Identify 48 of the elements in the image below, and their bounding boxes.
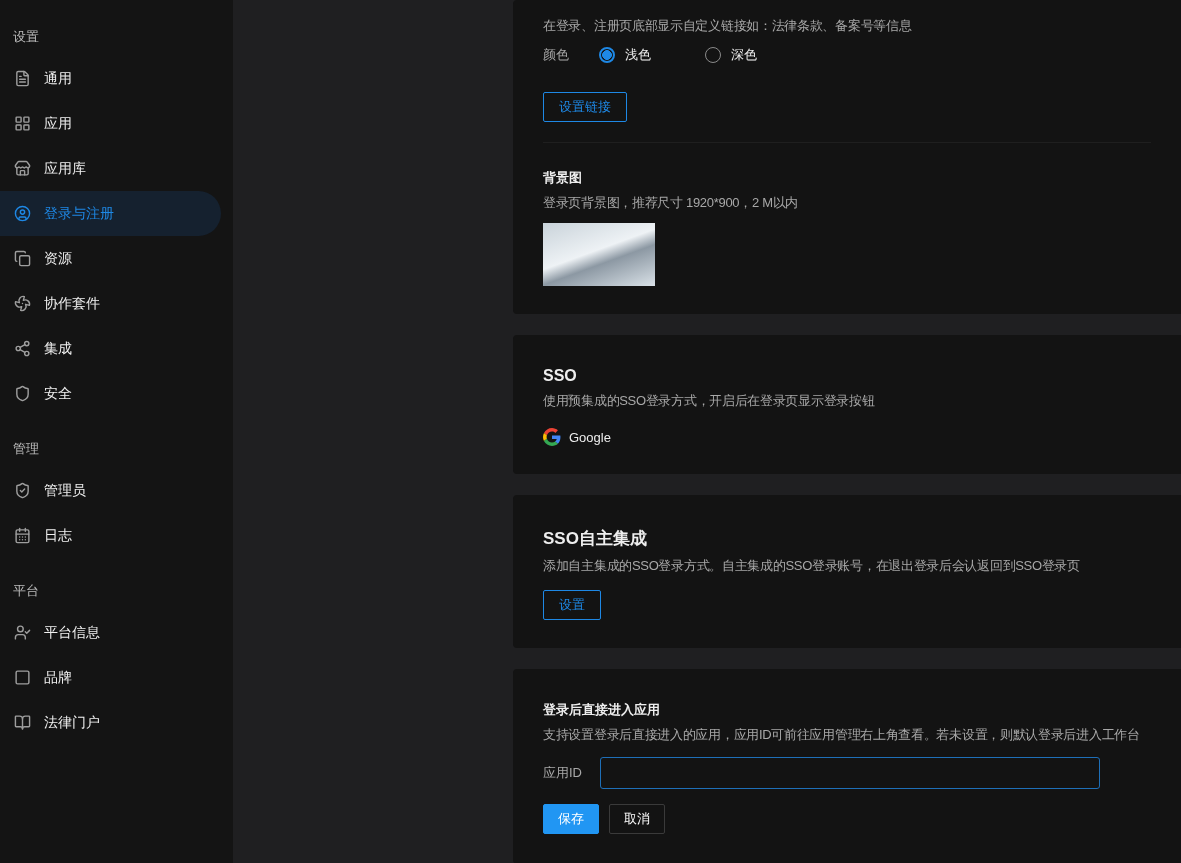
field-label: 应用ID: [543, 764, 583, 782]
description-text: 在登录、注册页底部显示自定义链接如：法律条款、备案号等信息: [543, 17, 913, 35]
sidebar-item[interactable]: 平台信息: [0, 610, 221, 655]
section-heading: 平台: [12, 582, 40, 600]
google-icon: [543, 428, 561, 446]
sidebar-item[interactable]: 资源: [0, 236, 221, 281]
section-heading: 设置: [12, 28, 40, 46]
field-label: 颜色: [543, 46, 570, 64]
settings-button[interactable]: 设置: [543, 590, 601, 620]
description-text: 使用预集成的SSO登录方式，开启后在登录页显示登录按钮: [543, 392, 876, 410]
sidebar-item[interactable]: 应用库: [0, 146, 221, 191]
section-heading: 管理: [12, 440, 40, 458]
provider-label: Google: [569, 429, 611, 445]
store-icon: [14, 160, 31, 177]
copy-icon: [14, 250, 31, 267]
sidebar-item[interactable]: 管理员: [0, 468, 221, 513]
card-title: 登录后直接进入应用: [543, 701, 661, 719]
sidebar-item[interactable]: 日志: [0, 513, 221, 558]
radio-option[interactable]: 浅色: [599, 46, 705, 64]
network-icon: [14, 340, 31, 357]
document-icon: [14, 70, 31, 87]
user-circle-icon: [14, 205, 31, 222]
description-text: 支持设置登录后直接进入的应用，应用ID可前往应用管理右上角查看。若未设置，则默认登录后进入工作台: [543, 726, 1141, 744]
input-field[interactable]: [600, 757, 1100, 789]
sidebar-item[interactable]: 通用: [0, 56, 221, 101]
user-check-icon: [14, 624, 31, 641]
description-text: 登录页背景图，推荐尺寸 1920*900，2 M以内: [543, 194, 800, 212]
book-icon: [14, 714, 31, 731]
pinwheel-icon: [14, 295, 31, 312]
grid-icon: [14, 115, 31, 132]
square-icon: [14, 669, 31, 686]
radio-option[interactable]: 深色: [705, 46, 811, 64]
calendar-icon: [14, 527, 31, 544]
card-title: SSO: [543, 367, 578, 385]
sidebar-item[interactable]: 品牌: [0, 655, 221, 700]
sidebar-item[interactable]: 登录与注册: [0, 191, 221, 236]
set-links-button[interactable]: 设置链接: [543, 92, 627, 122]
shield-icon: [14, 385, 31, 402]
description-text: 添加自主集成的SSO登录方式。自主集成的SSO登录账号，在退出登录后会认返回到SSO登录页: [543, 557, 1081, 575]
card-title: SSO自主集成: [543, 528, 648, 550]
shield-check-icon: [14, 482, 31, 499]
sidebar-item[interactable]: 安全: [0, 371, 221, 416]
sidebar-item[interactable]: 集成: [0, 326, 221, 371]
sidebar-item[interactable]: 法律门户: [0, 700, 221, 745]
cancel-button[interactable]: 取消: [609, 804, 665, 834]
sidebar-item[interactable]: 协作套件: [0, 281, 221, 326]
section-title: 背景图: [543, 169, 583, 187]
sidebar-item[interactable]: 应用: [0, 101, 221, 146]
